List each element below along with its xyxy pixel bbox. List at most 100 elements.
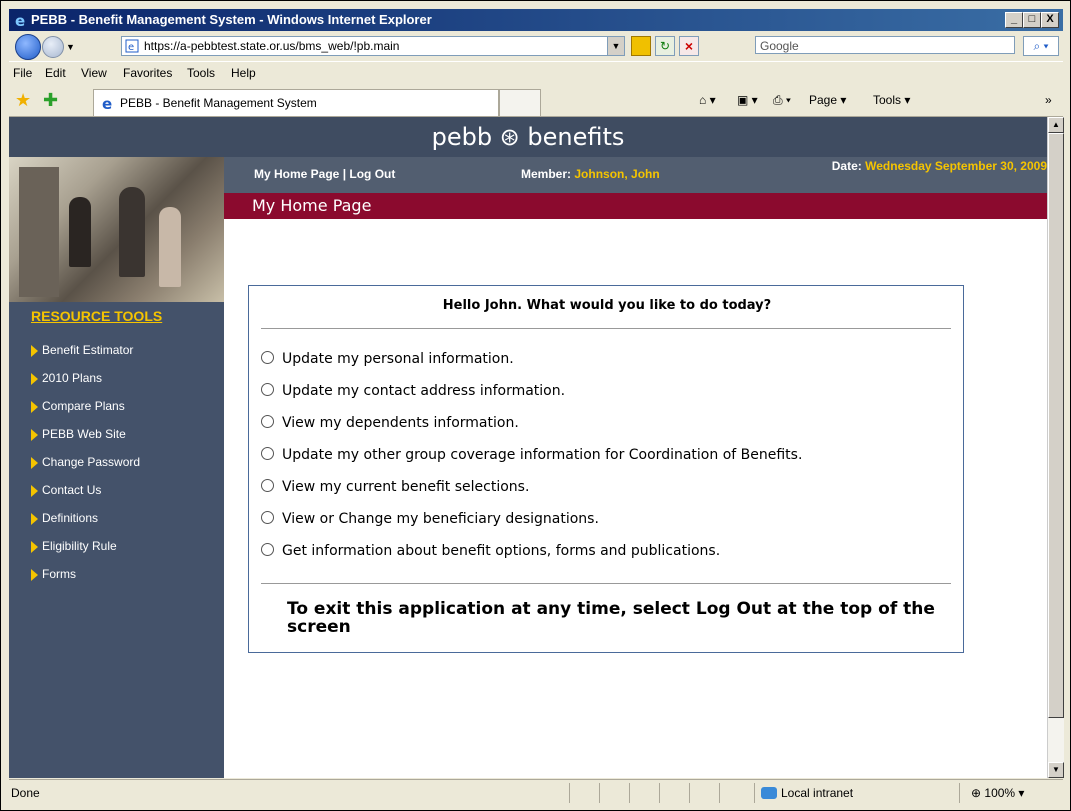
date-value: Wednesday September 30, 2009 (865, 159, 1047, 173)
tab-pebb[interactable]: e PEBB - Benefit Management System (93, 89, 499, 116)
radio-button[interactable] (261, 511, 274, 524)
tools-menu[interactable]: Tools ▾ (873, 93, 910, 107)
menu-tools[interactable]: Tools (187, 66, 215, 80)
sidebar-item-2010-plans[interactable]: 2010 Plans (31, 371, 102, 385)
page-menu[interactable]: Page ▾ (809, 93, 846, 107)
sidebar-item-label: Contact Us (42, 483, 102, 497)
status-divider (599, 783, 600, 803)
menu-help[interactable]: Help (231, 66, 256, 80)
address-bar[interactable]: e https://a-pebbtest.state.or.us/bms_web… (121, 36, 611, 56)
option-contact-address[interactable]: Update my contact address information. (261, 383, 565, 399)
favorites-star-icon[interactable]: ★ (15, 90, 31, 111)
close-button[interactable]: X (1041, 12, 1059, 28)
radio-button[interactable] (261, 351, 274, 364)
member-label: Member: (521, 167, 572, 181)
print-icon[interactable]: ⎙ ▾ (773, 93, 791, 108)
arrow-icon (31, 400, 38, 413)
radio-button[interactable] (261, 479, 274, 492)
option-label: View or Change my beneficiary designatio… (282, 511, 599, 527)
zoom-control[interactable]: ⊕ 100% ▾ (971, 786, 1024, 800)
menu-favorites[interactable]: Favorites (123, 66, 172, 80)
sidebar-item-pebb-web-site[interactable]: PEBB Web Site (31, 427, 126, 441)
sidebar-item-forms[interactable]: Forms (31, 567, 76, 581)
family-photo (9, 157, 224, 302)
home-icon[interactable]: ⌂ ▾ (699, 93, 716, 107)
menu-bar: File Edit View Favorites Tools Help (9, 61, 1063, 85)
scroll-down-icon[interactable]: ▼ (1048, 762, 1064, 778)
sidebar-item-label: Change Password (42, 455, 141, 469)
sidebar-item-change-password[interactable]: Change Password (31, 455, 140, 469)
feeds-icon[interactable]: ▣ ▾ (737, 93, 758, 107)
status-divider (959, 783, 960, 803)
option-label: Update my contact address information. (282, 383, 566, 399)
forward-button[interactable] (42, 36, 64, 58)
security-zone[interactable]: Local intranet (761, 786, 853, 800)
history-dropdown-icon[interactable]: ▼ (66, 42, 75, 52)
back-button[interactable] (15, 34, 41, 60)
page-title-bar: My Home Page (224, 193, 1047, 219)
option-label: Update my other group coverage informati… (282, 447, 803, 463)
menu-edit[interactable]: Edit (45, 66, 66, 80)
svg-text:e: e (15, 12, 25, 28)
refresh-icon[interactable]: ↻ (655, 36, 675, 56)
radio-button[interactable] (261, 447, 274, 460)
status-bar: Done Local intranet ⊕ 100% ▾ (9, 779, 1063, 805)
sidebar-item-eligibility-rule[interactable]: Eligibility Rule (31, 539, 117, 553)
date-info: Date: Wednesday September 30, 2009 (787, 159, 1047, 173)
option-dependents[interactable]: View my dependents information. (261, 415, 519, 431)
stop-icon[interactable]: × (679, 36, 699, 56)
option-label: View my dependents information. (282, 415, 519, 431)
menu-view[interactable]: View (81, 66, 107, 80)
home-logout-links[interactable]: My Home Page | Log Out (254, 167, 395, 181)
page-title: My Home Page (252, 196, 372, 215)
arrow-icon (31, 568, 38, 581)
arrow-icon (31, 540, 38, 553)
vertical-scrollbar[interactable]: ▲ ▼ (1047, 117, 1064, 778)
radio-button[interactable] (261, 543, 274, 556)
scroll-up-icon[interactable]: ▲ (1048, 117, 1064, 133)
tab-bar: ★ ✚ e PEBB - Benefit Management System ⌂… (9, 84, 1063, 117)
status-divider (569, 783, 570, 803)
radio-button[interactable] (261, 415, 274, 428)
sidebar-item-label: PEBB Web Site (42, 427, 126, 441)
status-divider (719, 783, 720, 803)
add-favorite-icon[interactable]: ✚ (43, 90, 58, 111)
divider (261, 583, 951, 584)
lock-icon[interactable] (631, 36, 651, 56)
option-personal-info[interactable]: Update my personal information. (261, 351, 514, 367)
radio-button[interactable] (261, 383, 274, 396)
svg-text:e: e (128, 42, 134, 53)
option-beneficiary[interactable]: View or Change my beneficiary designatio… (261, 511, 599, 527)
option-label: Get information about benefit options, f… (282, 543, 721, 559)
sidebar: RESOURCE TOOLS Benefit Estimator 2010 Pl… (9, 157, 224, 778)
option-other-coverage[interactable]: Update my other group coverage informati… (261, 447, 802, 463)
address-toolbar: ▼ e https://a-pebbtest.state.or.us/bms_w… (9, 31, 1063, 60)
new-tab-button[interactable] (499, 89, 541, 116)
menu-file[interactable]: File (13, 66, 32, 80)
scroll-thumb[interactable] (1048, 133, 1064, 718)
sidebar-item-label: Definitions (42, 511, 99, 525)
site-logo: pebb ⊛ benefits (9, 117, 1047, 157)
address-dropdown-icon[interactable]: ▼ (607, 36, 625, 56)
option-label: View my current benefit selections. (282, 479, 530, 495)
sidebar-item-benefit-estimator[interactable]: Benefit Estimator (31, 343, 133, 357)
intranet-icon (761, 787, 777, 799)
sidebar-item-label: 2010 Plans (42, 371, 103, 385)
search-icon[interactable]: ⌕ ▾ (1023, 36, 1059, 56)
arrow-icon (31, 372, 38, 385)
chevron-right-icon[interactable]: » (1045, 93, 1052, 107)
status-divider (629, 783, 630, 803)
browser-window: e PEBB - Benefit Management System - Win… (0, 0, 1071, 811)
minimize-button[interactable]: _ (1005, 12, 1023, 28)
search-input[interactable]: Google (755, 36, 1015, 54)
sidebar-item-definitions[interactable]: Definitions (31, 511, 98, 525)
maximize-button[interactable]: □ (1023, 12, 1041, 28)
arrow-icon (31, 456, 38, 469)
arrow-icon (31, 344, 38, 357)
sidebar-item-contact-us[interactable]: Contact Us (31, 483, 101, 497)
resource-tools-title[interactable]: RESOURCE TOOLS (31, 308, 162, 324)
option-benefit-selections[interactable]: View my current benefit selections. (261, 479, 529, 495)
arrow-icon (31, 512, 38, 525)
sidebar-item-compare-plans[interactable]: Compare Plans (31, 399, 125, 413)
option-benefit-info[interactable]: Get information about benefit options, f… (261, 543, 720, 559)
